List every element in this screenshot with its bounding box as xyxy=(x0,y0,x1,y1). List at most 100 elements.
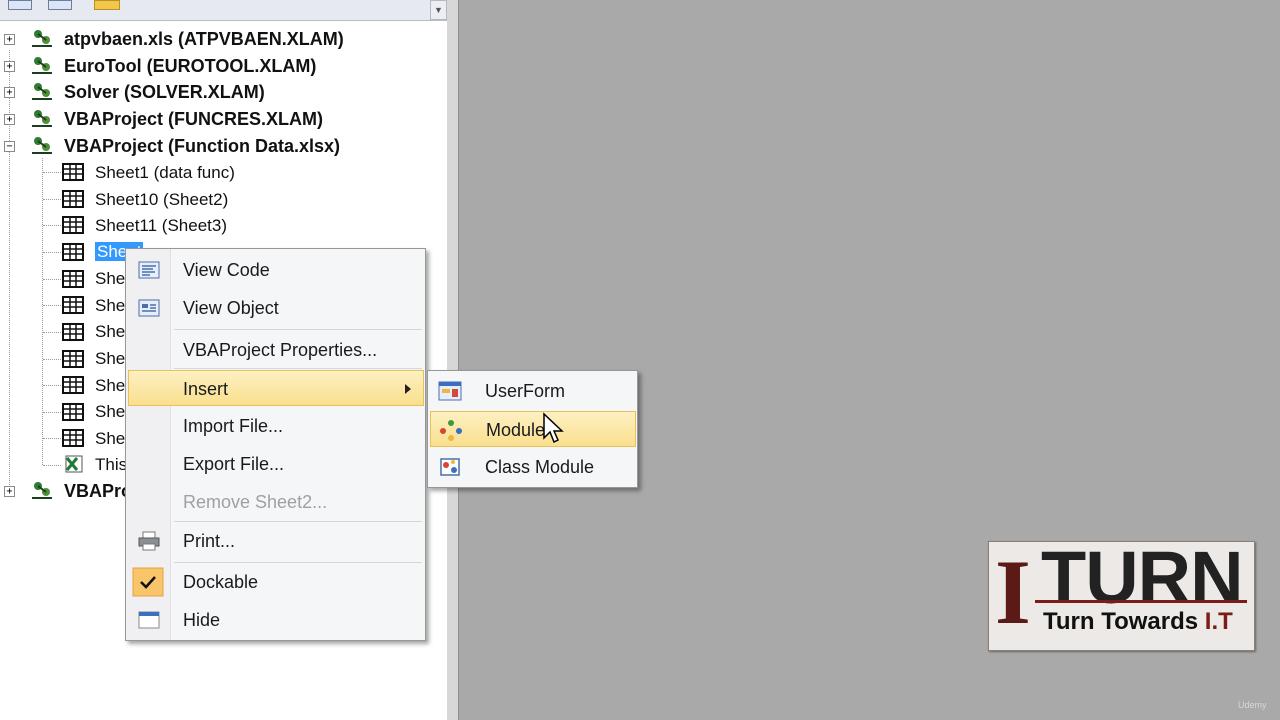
tree-project-label[interactable]: VBAPro xyxy=(64,481,132,502)
tree-sheet-label[interactable]: Sheet10 (Sheet2) xyxy=(95,190,228,210)
menu-item-insert[interactable]: Insert xyxy=(128,370,424,406)
vba-project-icon xyxy=(32,57,52,74)
worksheet-icon xyxy=(62,350,84,368)
expand-toggle[interactable]: + xyxy=(4,34,15,45)
mouse-pointer-icon xyxy=(543,412,564,444)
vba-project-icon xyxy=(32,137,52,154)
tree-line xyxy=(43,385,61,386)
logo-word: TURN xyxy=(1041,536,1244,619)
tree-line xyxy=(43,199,61,200)
submenu-item-userform[interactable]: UserForm xyxy=(430,373,636,409)
menu-item-label: Import File... xyxy=(183,416,284,436)
toolbar-scroll-button[interactable]: ▼ xyxy=(430,0,447,20)
worksheet-icon xyxy=(62,403,84,421)
submenu-item-label: Class Module xyxy=(485,457,595,477)
tree-line xyxy=(43,465,61,466)
vba-project-icon xyxy=(32,482,52,499)
window-icon xyxy=(138,611,160,629)
tree-sheet-label[interactable]: She xyxy=(95,376,125,396)
tree-project-label[interactable]: atpvbaen.xls (ATPVBAEN.XLAM) xyxy=(64,29,344,50)
vba-project-icon xyxy=(32,83,52,100)
menu-item-label: Export File... xyxy=(183,454,285,474)
tree-sheet-label[interactable]: She xyxy=(95,269,125,289)
tree-sheet-label[interactable]: She xyxy=(95,296,125,316)
menu-item-import-file[interactable]: Import File... xyxy=(128,408,424,444)
pane-splitter[interactable] xyxy=(447,0,459,720)
worksheet-icon xyxy=(62,429,84,447)
submenu-item-module[interactable]: Module xyxy=(430,411,636,447)
logo-tagline-a: Turn Towards xyxy=(1043,608,1199,635)
tree-line xyxy=(43,332,61,333)
menu-item-label: Print... xyxy=(183,531,236,551)
submenu-item-label: Module xyxy=(486,420,546,440)
worksheet-icon xyxy=(62,376,84,394)
tree-line xyxy=(43,225,61,226)
tree-line xyxy=(43,305,61,306)
userform-icon xyxy=(438,381,462,401)
logo-tagline-b: I.T xyxy=(1204,608,1233,635)
menu-item-label: Hide xyxy=(183,610,221,630)
worksheet-icon xyxy=(62,216,84,234)
menu-separator xyxy=(174,329,422,330)
menu-item-project-properties[interactable]: VBAProject Properties... xyxy=(128,332,424,368)
expand-toggle[interactable]: + xyxy=(4,114,15,125)
context-menu: View Code View Object VBAProject Propert… xyxy=(125,248,426,641)
submenu-item-class-module[interactable]: Class Module xyxy=(430,449,636,485)
menu-item-view-object[interactable]: View Object xyxy=(128,290,424,326)
menu-item-remove: Remove Sheet2... xyxy=(128,484,424,520)
tree-line xyxy=(43,252,61,253)
menu-item-dockable[interactable]: Dockable xyxy=(128,564,424,600)
printer-icon xyxy=(138,531,160,551)
tree-project-label[interactable]: EuroTool (EUROTOOL.XLAM) xyxy=(64,56,316,77)
view-code-toolbar-icon[interactable] xyxy=(8,0,32,10)
menu-item-export-file[interactable]: Export File... xyxy=(128,446,424,482)
tree-sheet-label[interactable]: She xyxy=(95,402,125,422)
tree-sheet-label[interactable]: Sheet11 (Sheet3) xyxy=(95,216,227,236)
menu-separator xyxy=(174,521,422,522)
logo-divider xyxy=(1035,600,1247,603)
worksheet-icon xyxy=(62,190,84,208)
tree-sheet-label[interactable]: Sheet1 (data func) xyxy=(95,163,235,183)
worksheet-icon xyxy=(62,270,84,288)
tree-sheet-label[interactable]: She xyxy=(95,349,125,369)
worksheet-icon xyxy=(62,296,84,314)
udemy-watermark: Udemy xyxy=(1238,700,1267,710)
expand-toggle[interactable]: + xyxy=(4,61,15,72)
menu-item-label: View Object xyxy=(183,298,279,318)
tree-line xyxy=(43,279,61,280)
worksheet-icon xyxy=(62,163,84,181)
tree-sheet-label[interactable]: She xyxy=(95,429,125,449)
menu-item-view-code[interactable]: View Code xyxy=(128,252,424,288)
menu-separator xyxy=(174,368,422,369)
vba-project-icon xyxy=(32,110,52,127)
tree-project-label[interactable]: VBAProject (FUNCRES.XLAM) xyxy=(64,109,323,130)
class-module-icon xyxy=(440,458,460,476)
module-icon xyxy=(440,420,462,441)
collapse-toggle[interactable]: − xyxy=(4,141,15,152)
view-object-toolbar-icon[interactable] xyxy=(48,0,72,10)
menu-item-hide[interactable]: Hide xyxy=(128,602,424,638)
menu-item-print[interactable]: Print... xyxy=(128,523,424,559)
checkmark-icon xyxy=(132,567,164,597)
menu-item-label: Remove Sheet2... xyxy=(183,492,328,512)
tree-line xyxy=(43,172,61,173)
menu-item-label: VBAProject Properties... xyxy=(183,340,378,360)
tree-line xyxy=(43,438,61,439)
menu-item-label: Insert xyxy=(183,379,229,399)
logo-tagline: Turn Towards I.T xyxy=(1043,608,1233,636)
tree-sheet-label[interactable]: She xyxy=(95,322,125,342)
explorer-toolbar: ▼ xyxy=(0,0,447,21)
toggle-folders-icon[interactable] xyxy=(94,0,120,10)
worksheet-icon xyxy=(62,323,84,341)
expand-toggle[interactable]: + xyxy=(4,87,15,98)
tree-sheet-label[interactable]: This xyxy=(95,455,127,475)
vba-project-icon xyxy=(32,30,52,47)
tree-project-label[interactable]: VBAProject (Function Data.xlsx) xyxy=(64,136,340,157)
view-object-icon xyxy=(138,299,160,317)
menu-separator xyxy=(174,562,422,563)
tree-project-label[interactable]: Solver (SOLVER.XLAM) xyxy=(64,82,265,103)
expand-toggle[interactable]: + xyxy=(4,486,15,497)
submenu-arrow-icon xyxy=(405,384,411,394)
submenu-item-label: UserForm xyxy=(485,381,565,401)
tree-line xyxy=(43,412,61,413)
